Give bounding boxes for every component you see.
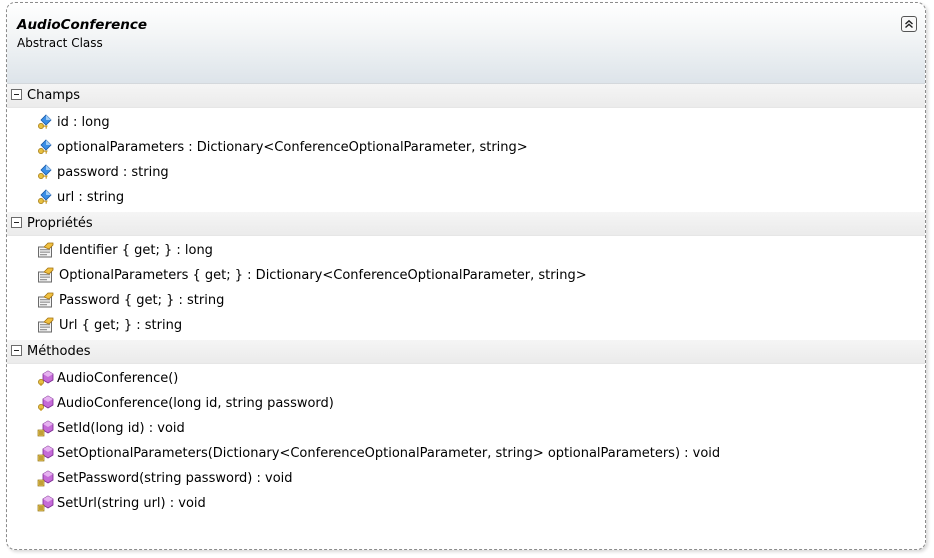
methods-compartment-title: Méthodes — [27, 344, 91, 359]
method-item[interactable]: SetPassword(string password) : void — [7, 466, 925, 491]
property-icon — [38, 242, 54, 258]
property-icon — [38, 292, 54, 308]
properties-list: Identifier { get; } : long OptionalParam… — [7, 236, 925, 340]
property-item[interactable]: Password { get; } : string — [7, 288, 925, 313]
fields-compartment-title: Champs — [27, 88, 80, 103]
method-label: AudioConference() — [57, 371, 179, 386]
internal-method-icon — [37, 470, 54, 487]
property-item[interactable]: OptionalParameters { get; } : Dictionary… — [7, 263, 925, 288]
method-item[interactable]: SetId(long id) : void — [7, 416, 925, 441]
private-field-icon — [38, 189, 52, 204]
field-label: url : string — [57, 190, 125, 205]
class-name: AudioConference — [17, 17, 148, 33]
field-label: optionalParameters : Dictionary<Conferen… — [57, 140, 528, 155]
method-label: SetUrl(string url) : void — [57, 496, 206, 511]
class-shape[interactable]: AudioConference Abstract Class Champs id… — [6, 2, 926, 550]
properties-compartment-title: Propriétés — [27, 216, 93, 231]
method-item[interactable]: AudioConference(long id, string password… — [7, 391, 925, 416]
collapse-class-button[interactable] — [901, 16, 917, 32]
internal-method-icon — [37, 495, 54, 512]
property-label: Password { get; } : string — [59, 293, 225, 308]
protected-method-icon — [38, 370, 54, 386]
private-field-icon — [38, 139, 52, 154]
method-label: SetId(long id) : void — [57, 421, 185, 436]
property-item[interactable]: Identifier { get; } : long — [7, 238, 925, 263]
method-item[interactable]: SetUrl(string url) : void — [7, 491, 925, 516]
protected-method-icon — [38, 395, 54, 411]
methods-compartment-header[interactable]: Méthodes — [7, 340, 925, 364]
property-item[interactable]: Url { get; } : string — [7, 313, 925, 338]
property-icon — [38, 317, 54, 333]
methods-list: AudioConference() AudioConference(long i… — [7, 364, 925, 518]
field-item[interactable]: url : string — [7, 185, 925, 210]
collapse-methods-toggle-icon[interactable] — [11, 345, 22, 356]
fields-list: id : long optionalParameters : Dictionar… — [7, 108, 925, 212]
double-chevron-up-icon — [905, 19, 913, 29]
property-label: OptionalParameters { get; } : Dictionary… — [59, 268, 587, 283]
field-item[interactable]: password : string — [7, 160, 925, 185]
class-stereotype: Abstract Class — [17, 36, 103, 50]
method-label: SetOptionalParameters(Dictionary<Confere… — [57, 446, 721, 461]
collapse-properties-toggle-icon[interactable] — [11, 217, 22, 228]
method-label: AudioConference(long id, string password… — [57, 396, 334, 411]
field-item[interactable]: id : long — [7, 110, 925, 135]
class-header: AudioConference Abstract Class — [7, 3, 925, 84]
property-label: Identifier { get; } : long — [59, 243, 213, 258]
field-label: password : string — [57, 165, 169, 180]
internal-method-icon — [37, 445, 54, 462]
properties-compartment-header[interactable]: Propriétés — [7, 212, 925, 236]
method-item[interactable]: SetOptionalParameters(Dictionary<Confere… — [7, 441, 925, 466]
property-icon — [38, 267, 54, 283]
fields-compartment-header[interactable]: Champs — [7, 84, 925, 108]
property-label: Url { get; } : string — [59, 318, 183, 333]
private-field-icon — [38, 164, 52, 179]
internal-method-icon — [37, 420, 54, 437]
method-label: SetPassword(string password) : void — [57, 471, 293, 486]
field-item[interactable]: optionalParameters : Dictionary<Conferen… — [7, 135, 925, 160]
method-item[interactable]: AudioConference() — [7, 366, 925, 391]
field-label: id : long — [57, 115, 110, 130]
private-field-icon — [38, 114, 52, 129]
collapse-fields-toggle-icon[interactable] — [11, 89, 22, 100]
